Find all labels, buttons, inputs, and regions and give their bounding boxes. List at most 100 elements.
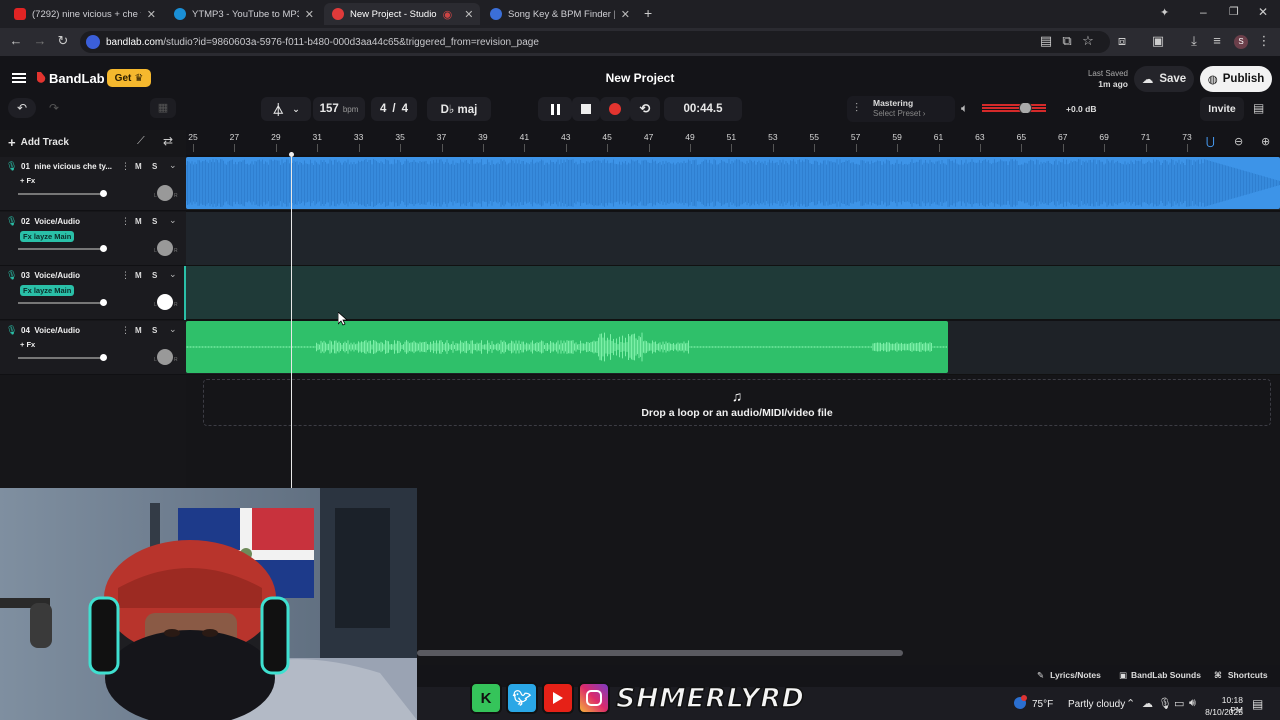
- sparkle-icon[interactable]: ✦: [1160, 6, 1169, 19]
- address-bar[interactable]: bandlab.com/studio?id=9860603a-5976-f011…: [80, 31, 1110, 53]
- key-field[interactable]: D♭ maj: [427, 97, 491, 121]
- mastering-button[interactable]: ⫶ Mastering Select Preset ›: [847, 96, 955, 122]
- weather-temp[interactable]: 75°F: [1032, 699, 1053, 710]
- loop-button[interactable]: ⟲: [630, 97, 660, 121]
- track-volume-handle[interactable]: [99, 353, 107, 361]
- restore-button[interactable]: ❐: [1229, 5, 1239, 18]
- zoom-out-icon[interactable]: ⊖: [1234, 135, 1243, 148]
- track-volume-handle[interactable]: [99, 299, 107, 306]
- track-pan-knob[interactable]: [157, 294, 173, 310]
- pause-button[interactable]: [538, 97, 572, 121]
- new-tab-button[interactable]: +: [644, 5, 652, 21]
- forward-arrow-icon[interactable]: →: [32, 33, 48, 49]
- timeline-ruler[interactable]: 25 27 29 31 33 35 37 39 41 43 45 47 49 51 53 55 57 59 61 63…: [186, 130, 1280, 155]
- mixer-toggle-icon[interactable]: ▦: [150, 98, 176, 118]
- sidepanel-icon[interactable]: ▣: [1150, 33, 1166, 49]
- download-icon[interactable]: ⤓: [1186, 33, 1202, 49]
- get-membership-button[interactable]: Get ♛: [107, 69, 151, 87]
- browser-tab-4[interactable]: Song Key & BPM Finder | Tunel ✕: [482, 3, 638, 25]
- track-header-02[interactable]: 🎙︎ 02 Voice/Audio ⋮ M S ⌄ Fx layze Main L R: [0, 211, 186, 266]
- playhead-handle[interactable]: [289, 152, 294, 157]
- master-volume-slider[interactable]: [982, 103, 1046, 113]
- stop-button[interactable]: [572, 97, 600, 121]
- extensions-icon[interactable]: ⧈: [1114, 33, 1130, 49]
- track-name[interactable]: 03 Voice/Audio: [21, 271, 80, 280]
- track-fx-button[interactable]: Fx layze Main: [20, 230, 75, 242]
- track-header-01[interactable]: 🎙︎ 01 nine vicious che ty... ⋮ M S ⌄ + Fx L R: [0, 157, 186, 211]
- cloud-sync-icon[interactable]: ☁: [1142, 697, 1153, 710]
- track-menu-icon[interactable]: ⋮: [121, 161, 130, 172]
- cast-icon[interactable]: ⧉: [1059, 33, 1075, 49]
- redo-button[interactable]: ↷: [40, 98, 68, 118]
- track-volume-slider[interactable]: [18, 356, 106, 359]
- chevron-down-icon[interactable]: ⌄: [169, 269, 177, 280]
- site-info-icon[interactable]: [86, 35, 100, 49]
- tempo-field[interactable]: 157 bpm: [313, 97, 365, 121]
- monitor-icon[interactable]: ▭: [1174, 697, 1184, 710]
- clock-date[interactable]: 8/10/2025: [1201, 707, 1243, 717]
- track-menu-icon[interactable]: ⋮: [121, 325, 130, 336]
- browser-tab-3[interactable]: New Project - Studio ◉ ✕: [324, 3, 480, 25]
- audio-clip-track-01[interactable]: [186, 157, 1280, 209]
- star-icon[interactable]: ☆: [1080, 33, 1096, 49]
- track-menu-icon[interactable]: ⋮: [121, 270, 130, 281]
- track-pan-knob[interactable]: [157, 348, 173, 365]
- track-volume-slider[interactable]: [18, 193, 106, 195]
- track-lane-04[interactable]: [186, 320, 1280, 375]
- track-volume-handle[interactable]: [99, 244, 107, 252]
- mute-button[interactable]: M: [135, 162, 142, 171]
- solo-button[interactable]: S: [152, 271, 157, 280]
- track-pan-knob[interactable]: [157, 185, 173, 201]
- track-fx-button[interactable]: + Fx: [20, 176, 35, 185]
- chevron-down-icon[interactable]: ⌄: [169, 215, 177, 226]
- track-header-03[interactable]: 🎙︎ 03 Voice/Audio ⋮ M S ⌄ Fx layze Main L R: [0, 266, 186, 320]
- mute-button[interactable]: M: [135, 217, 142, 226]
- audio-clip-track-04[interactable]: [186, 320, 948, 373]
- horizontal-scrollbar[interactable]: [417, 650, 903, 656]
- solo-button[interactable]: S: [152, 217, 157, 226]
- track-lane-03[interactable]: [186, 266, 1280, 320]
- close-icon[interactable]: ✕: [621, 8, 630, 21]
- volume-icon[interactable]: 🔊︎: [1189, 697, 1196, 710]
- menu-dots-icon[interactable]: ⋮: [1256, 33, 1272, 49]
- mute-button[interactable]: M: [135, 271, 142, 280]
- shortcuts-button[interactable]: ⌘ Shortcuts: [1214, 670, 1268, 681]
- zoom-in-icon[interactable]: ⊕: [1261, 135, 1270, 148]
- time-signature-field[interactable]: 4 / 4: [371, 97, 417, 121]
- undo-button[interactable]: ↶: [8, 98, 36, 118]
- track-name[interactable]: 02 Voice/Audio: [21, 217, 80, 226]
- track-lane-01[interactable]: [186, 157, 1280, 211]
- reader-icon[interactable]: ▤: [1038, 33, 1054, 49]
- record-button[interactable]: [600, 97, 630, 121]
- hamburger-menu-icon[interactable]: [12, 73, 26, 83]
- close-icon[interactable]: ✕: [464, 8, 473, 21]
- chevron-down-icon[interactable]: ⌄: [169, 324, 177, 335]
- drop-zone[interactable]: ♫ Drop a loop or an audio/MIDI/video fil…: [203, 379, 1271, 426]
- track-pan-knob[interactable]: [157, 239, 173, 256]
- snap-magnet-icon[interactable]: ⋃: [1206, 135, 1215, 148]
- track-name[interactable]: 04 Voice/Audio: [21, 326, 80, 335]
- save-button[interactable]: ☁ Save: [1134, 66, 1194, 92]
- invite-button[interactable]: Invite: [1200, 97, 1244, 121]
- add-track-button[interactable]: + Add Track: [8, 135, 69, 150]
- close-window-button[interactable]: ✕: [1258, 5, 1268, 19]
- weather-desc[interactable]: Partly cloudy: [1068, 699, 1125, 710]
- track-fx-button[interactable]: Fx layze Main: [20, 285, 75, 296]
- track-header-04[interactable]: 🎙︎ 04 Voice/Audio ⋮ M S ⌄ + Fx L R: [0, 320, 186, 375]
- chevron-up-icon[interactable]: ⌃: [1126, 697, 1135, 710]
- publish-button[interactable]: ◍ Publish: [1200, 66, 1272, 92]
- microphone-icon[interactable]: 🎙︎: [1158, 697, 1172, 710]
- playhead[interactable]: [291, 152, 292, 492]
- magic-wand-icon[interactable]: ⟋: [137, 135, 145, 148]
- profile-avatar[interactable]: S: [1234, 35, 1248, 49]
- track-fx-button[interactable]: + Fx: [20, 340, 35, 349]
- back-arrow-icon[interactable]: ←: [8, 33, 24, 49]
- notifications-icon[interactable]: ▤: [1252, 697, 1263, 711]
- track-menu-icon[interactable]: ⋮: [121, 216, 130, 227]
- chevron-down-icon[interactable]: ⌄: [169, 160, 177, 171]
- media-icon[interactable]: ≡: [1209, 33, 1225, 49]
- minimize-button[interactable]: –: [1200, 5, 1207, 19]
- bandlab-sounds-button[interactable]: ▣ BandLab Sounds: [1119, 670, 1201, 681]
- metronome-button[interactable]: ⏃ ⌄: [261, 97, 311, 121]
- track-lane-02[interactable]: [186, 211, 1280, 266]
